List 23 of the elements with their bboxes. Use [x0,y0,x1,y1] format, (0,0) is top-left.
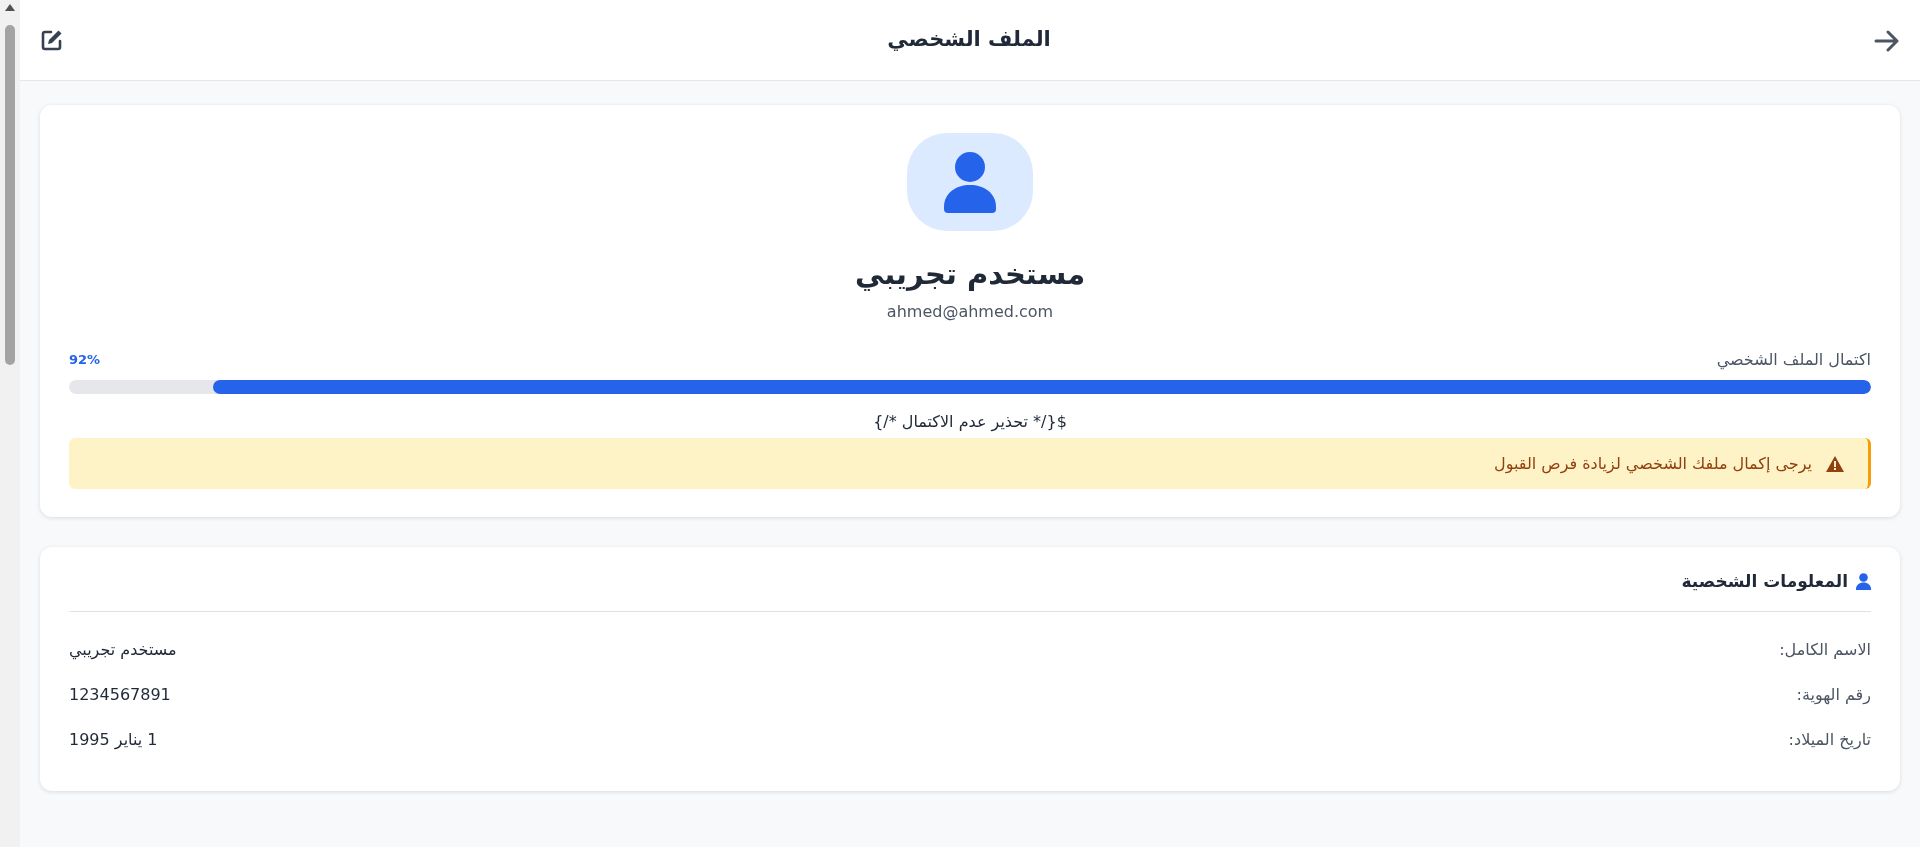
page-title: الملف الشخصي [887,26,1051,54]
field-value: 1 يناير 1995 [69,729,158,752]
field-label: رقم الهوية: [1796,684,1871,707]
section-title: المعلومات الشخصية [1681,570,1848,593]
field-value: مستخدم تجريبي [69,639,177,662]
user-icon [1856,573,1871,591]
back-button[interactable] [1874,28,1900,52]
warning-comment-text: ${/* تحذير عدم الاكتمال */} [873,411,1067,434]
profile-email: ahmed@ahmed.com [886,301,1054,324]
field-label: تاريخ الميلاد: [1788,729,1871,752]
progress-percentage: 92% [69,351,101,370]
scroll-up-icon[interactable] [5,4,15,11]
user-icon [942,150,998,213]
scrollbar[interactable] [0,0,20,847]
alert-text: يرجى إكمال ملفك الشخصي لزيادة فرص القبول [1494,452,1812,476]
edit-icon [40,28,64,53]
field-label: الاسم الكامل: [1779,639,1871,661]
profile-name: مستخدم تجريبي [854,255,1086,293]
warning-icon [1826,455,1844,472]
progress-label: اكتمال الملف الشخصي [1716,349,1871,372]
arrow-right-icon [1874,29,1900,52]
scrollbar-thumb[interactable] [5,25,15,365]
field-value: 1234567891 [69,684,171,706]
